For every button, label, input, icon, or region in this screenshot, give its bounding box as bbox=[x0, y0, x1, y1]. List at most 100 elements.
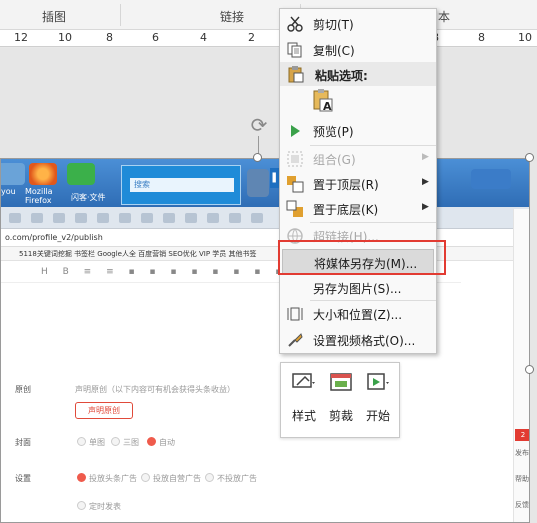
start-icon bbox=[365, 371, 391, 397]
submenu-arrow-icon: ▶ bbox=[422, 152, 429, 162]
horizontal-ruler: 12 10 8 6 4 2 6 8 8 10 bbox=[0, 30, 537, 47]
browser-tab bbox=[185, 213, 197, 223]
ruler-tick: 10 bbox=[518, 31, 532, 44]
radio bbox=[147, 437, 156, 446]
menu-item-copy[interactable]: 复制(C) bbox=[280, 37, 436, 62]
ruler-tick: 4 bbox=[200, 31, 207, 44]
ruler-tick: 12 bbox=[14, 31, 28, 44]
browser-tab bbox=[97, 213, 109, 223]
ruler-tick: 10 bbox=[58, 31, 72, 44]
browser-tab bbox=[119, 213, 131, 223]
start-button[interactable]: 开始 bbox=[361, 371, 395, 424]
qq-search-field: 搜索 bbox=[130, 178, 234, 192]
rotate-handle-icon[interactable]: ⟳ bbox=[248, 114, 270, 136]
timed-publish-option: 定时发表 bbox=[89, 502, 121, 511]
menu-item-bring-to-front[interactable]: 置于顶层(R) ▶ bbox=[280, 171, 436, 196]
paste-options-label: 粘贴选项: bbox=[315, 69, 368, 83]
ribbon-group-links: 链接 bbox=[220, 10, 245, 24]
paste-options-header: 粘贴选项: bbox=[280, 62, 436, 86]
qq-window: 搜索 bbox=[121, 165, 241, 205]
ad-option: 不投放广告 bbox=[217, 474, 257, 483]
style-button[interactable]: 样式 bbox=[287, 371, 321, 424]
browser-tab bbox=[163, 213, 175, 223]
app-window: 插图 链接 本 12 10 8 6 4 2 6 8 8 10 ⟳ you Moz… bbox=[0, 0, 537, 523]
ad-option: 投放自营广告 bbox=[153, 474, 201, 483]
video-frame[interactable]: you Mozilla Firefox 闪客·文件 搜索 o.com/profi… bbox=[0, 158, 530, 523]
ribbon-group-illustrations: 插图 bbox=[42, 10, 67, 24]
format-video-icon bbox=[286, 331, 304, 349]
browser-tab bbox=[251, 213, 263, 223]
radio bbox=[77, 501, 86, 510]
size-position-icon bbox=[286, 305, 304, 323]
ribbon-group-bar: 插图 链接 本 bbox=[0, 0, 537, 30]
declare-original-button: 声明原创 bbox=[75, 402, 133, 419]
trim-button[interactable]: 剪裁 bbox=[324, 371, 358, 424]
embedded-desktop: you Mozilla Firefox 闪客·文件 搜索 bbox=[1, 159, 529, 207]
ruler-tick: 6 bbox=[152, 31, 159, 44]
submenu-arrow-icon: ▶ bbox=[422, 202, 429, 212]
copy-icon bbox=[286, 41, 304, 59]
side-label: 反馈 bbox=[515, 501, 529, 509]
browser-tab-strip bbox=[1, 207, 529, 229]
firefox-icon bbox=[29, 163, 57, 185]
browser-tab bbox=[75, 213, 87, 223]
ribbon-divider bbox=[120, 4, 121, 26]
start-label: 开始 bbox=[365, 409, 390, 423]
menu-item-label: 复制(C) bbox=[313, 44, 355, 58]
menu-item-label: 另存为图片(S)... bbox=[313, 282, 402, 296]
browser-tab bbox=[9, 213, 21, 223]
desktop-icon-label: you bbox=[1, 187, 16, 196]
ad-option: 投放头条广告 bbox=[89, 474, 137, 483]
settings-label: 设置 bbox=[15, 474, 31, 483]
browser-tab bbox=[207, 213, 219, 223]
desktop-icon bbox=[1, 163, 25, 185]
radio bbox=[111, 437, 120, 446]
radio bbox=[77, 437, 86, 446]
declaration-text: 声明原创（以下内容可有机会获得头条收益） bbox=[75, 385, 235, 394]
cover-option: 自动 bbox=[159, 438, 175, 447]
menu-item-format-video[interactable]: 设置视频格式(O)... bbox=[280, 327, 436, 352]
menu-item-label: 大小和位置(Z)... bbox=[313, 308, 403, 322]
desktop-icon-label: 闪客·文件 bbox=[71, 193, 106, 202]
paste-icon bbox=[286, 65, 304, 83]
menu-item-preview[interactable]: 预览(P) bbox=[280, 118, 436, 143]
menu-item-size-position[interactable]: 大小和位置(Z)... bbox=[280, 301, 436, 326]
submenu-arrow-icon: ▶ bbox=[422, 177, 429, 187]
declaration-label: 原创 bbox=[15, 385, 31, 394]
menu-item-save-as-picture[interactable]: 另存为图片(S)... bbox=[280, 275, 436, 300]
resize-handle-top-right[interactable] bbox=[525, 153, 534, 162]
ribbon-group-text: 本 bbox=[438, 10, 451, 24]
radio bbox=[141, 473, 150, 482]
paste-keep-text-button[interactable]: A bbox=[312, 89, 334, 113]
resize-handle-right[interactable] bbox=[525, 365, 534, 374]
ruler-tick: 8 bbox=[478, 31, 485, 44]
menu-item-label: 预览(P) bbox=[313, 125, 354, 139]
preview-icon bbox=[286, 122, 304, 140]
browser-tab bbox=[31, 213, 43, 223]
radio bbox=[77, 473, 86, 482]
group-icon bbox=[286, 150, 304, 168]
menu-item-label: 置于顶层(R) bbox=[313, 178, 379, 192]
app-icon bbox=[67, 163, 95, 185]
trim-label: 剪裁 bbox=[328, 409, 353, 423]
menu-item-group: 组合(G) ▶ bbox=[280, 146, 436, 171]
scissors-icon bbox=[286, 15, 304, 33]
side-badge: 2 bbox=[515, 429, 529, 441]
radio bbox=[205, 473, 214, 482]
menu-item-label: 设置视频格式(O)... bbox=[313, 334, 416, 348]
style-label: 样式 bbox=[291, 409, 316, 423]
ruler-tick: 8 bbox=[106, 31, 113, 44]
cover-label: 封面 bbox=[15, 438, 31, 447]
desktop-icon-label: Mozilla Firefox bbox=[25, 187, 53, 205]
ruler-tick: 2 bbox=[248, 31, 255, 44]
browser-tab bbox=[53, 213, 65, 223]
menu-item-label: 组合(G) bbox=[313, 153, 356, 167]
side-label: 帮助 bbox=[515, 475, 529, 483]
side-label: 发布 bbox=[515, 449, 529, 457]
browser-tab bbox=[229, 213, 241, 223]
paste-letter: A bbox=[323, 100, 332, 113]
menu-item-cut[interactable]: 剪切(T) bbox=[280, 11, 436, 36]
menu-item-send-to-back[interactable]: 置于底层(K) ▶ bbox=[280, 196, 436, 221]
trim-icon bbox=[328, 371, 354, 397]
resize-handle-top[interactable] bbox=[253, 153, 262, 162]
